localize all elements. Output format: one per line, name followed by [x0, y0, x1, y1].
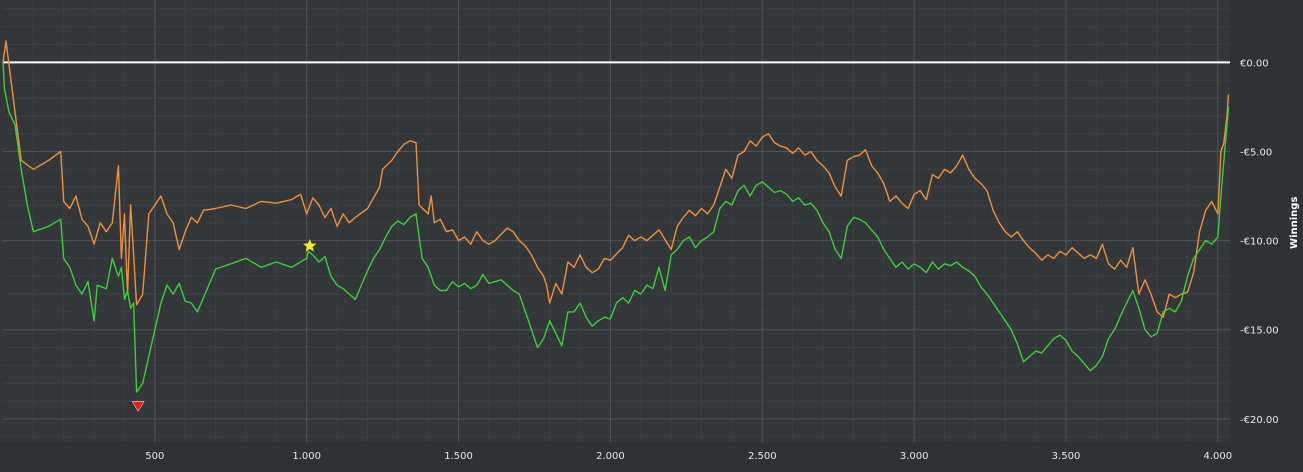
x-axis: 500 1.000 1.500 2.000 2.500 3.000 3.500 4.000 — [145, 451, 1232, 462]
x-tick-label: 500 — [145, 451, 164, 462]
x-tick-label: 3.500 — [1052, 451, 1081, 462]
y-axis: €0.00 -€5.00 -€10.00 -€15.00 -€20.00 — [1240, 58, 1279, 425]
y-tick-label: -€15.00 — [1240, 326, 1279, 337]
x-tick-label: 3.000 — [900, 451, 929, 462]
winnings-chart: 500 1.000 1.500 2.000 2.500 3.000 3.500 4.000 €… — [0, 0, 1300, 462]
y-tick-label: -€20.00 — [1240, 415, 1279, 426]
y-tick-label: -€5.00 — [1240, 147, 1272, 158]
x-tick-label: 4.000 — [1204, 451, 1233, 462]
y-axis-title: Winnings — [1289, 197, 1300, 249]
x-tick-label: 2.000 — [596, 451, 625, 462]
plot-background — [0, 0, 1230, 442]
x-tick-label: 1.500 — [444, 451, 473, 462]
y-tick-label: €0.00 — [1240, 58, 1269, 69]
x-tick-label: 1.000 — [292, 451, 321, 462]
y-tick-label: -€10.00 — [1240, 237, 1279, 248]
x-tick-label: 2.500 — [748, 451, 777, 462]
